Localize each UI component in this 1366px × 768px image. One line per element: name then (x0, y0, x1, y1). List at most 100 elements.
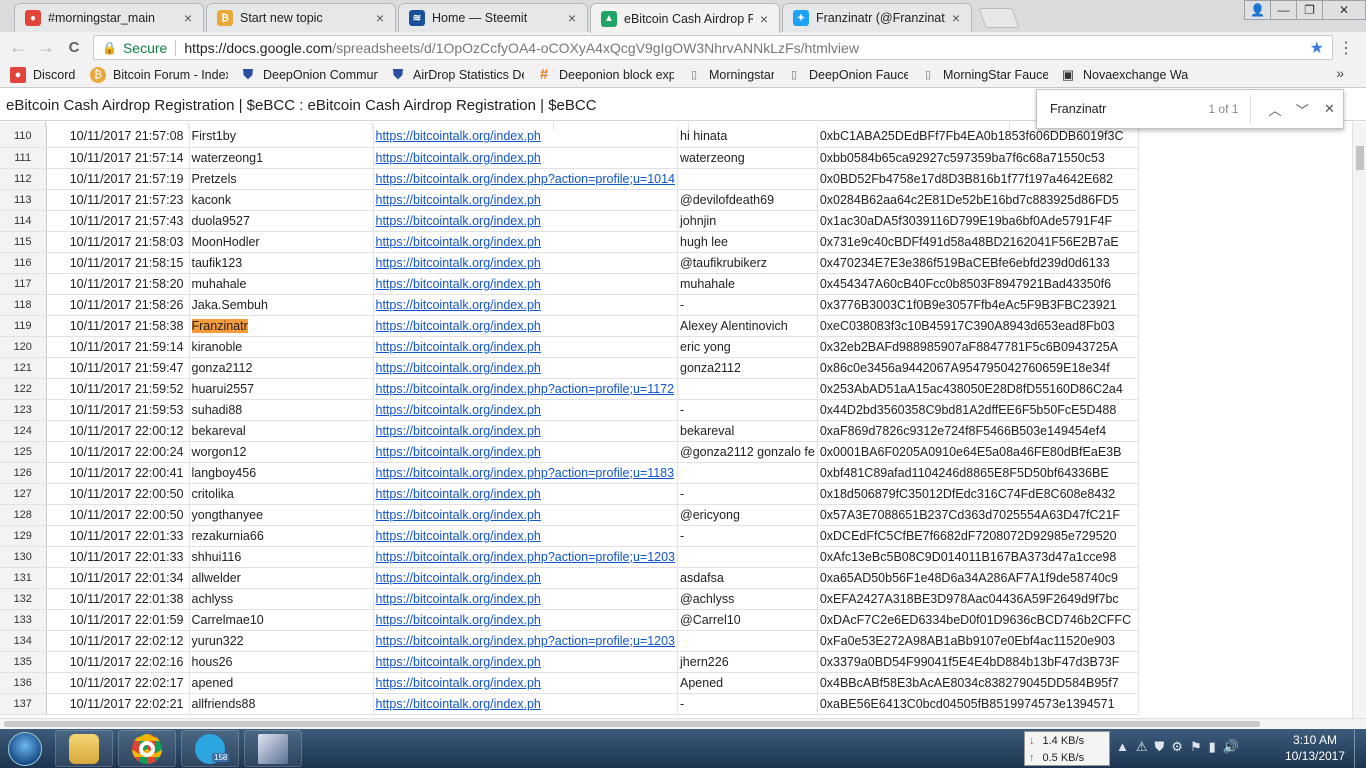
bookmark-morningstar[interactable]: ▯ Morningstar (680, 64, 780, 86)
timestamp-cell[interactable]: 10/11/2017 21:58:15 (46, 252, 190, 274)
find-next-icon[interactable]: ﹀ (1289, 100, 1316, 119)
scrollbar-thumb[interactable] (4, 721, 1260, 727)
profile-link-cell[interactable]: https://bitcointalk.org/index.ph (373, 693, 679, 715)
tab-steemit[interactable]: ≋ Home — Steemit × (398, 3, 588, 32)
timestamp-cell[interactable]: 10/11/2017 22:00:50 (46, 483, 190, 505)
profile-link-cell[interactable]: https://bitcointalk.org/index.php?action… (373, 462, 679, 484)
warning-icon[interactable]: ⚠ (1136, 739, 1148, 755)
timestamp-cell[interactable]: 10/11/2017 21:59:14 (46, 336, 190, 358)
name-cell[interactable]: @ericyong (677, 504, 818, 526)
address-cell[interactable]: 0xbf481C89afad1104246d8865E8F5D50bf64336… (817, 462, 1139, 484)
timestamp-cell[interactable]: 10/11/2017 21:59:47 (46, 357, 190, 379)
name-cell[interactable]: - (677, 693, 818, 715)
address-cell[interactable]: 0x3379a0BD54F99041f5E4E4bD884b13bF47d3B7… (817, 651, 1139, 673)
name-cell[interactable]: - (677, 399, 818, 421)
timestamp-cell[interactable]: 10/11/2017 22:01:33 (46, 525, 190, 547)
tab-ebitcoin-airdrop[interactable]: ▲ eBitcoin Cash Airdrop Re × (590, 3, 780, 33)
find-close-icon[interactable]: ✕ (1316, 101, 1343, 117)
close-icon[interactable]: × (757, 11, 771, 27)
close-window-button[interactable]: ✕ (1322, 0, 1366, 20)
bookmark-deeponion-faucet[interactable]: ▯ DeepOnion Faucet (780, 64, 914, 86)
timestamp-cell[interactable]: 10/11/2017 21:57:14 (46, 147, 190, 169)
timestamp-cell[interactable]: 10/11/2017 22:00:24 (46, 441, 190, 463)
timestamp-cell[interactable]: 10/11/2017 21:57:19 (46, 168, 190, 190)
menu-icon[interactable]: ⋮ (1338, 38, 1354, 58)
profile-link-cell[interactable]: https://bitcointalk.org/index.ph (373, 126, 679, 148)
name-cell[interactable]: eric yong (677, 336, 818, 358)
find-previous-icon[interactable]: ︿ (1261, 100, 1288, 119)
username-cell[interactable]: yurun322 (189, 630, 374, 652)
name-cell[interactable]: @Carrel10 (677, 609, 818, 631)
horizontal-scrollbar[interactable] (0, 718, 1366, 729)
profile-link-cell[interactable]: https://bitcointalk.org/index.ph (373, 651, 679, 673)
address-cell[interactable]: 0xEFA2427A318BE3D978Aac04436A59F2649d9f7… (817, 588, 1139, 610)
timestamp-cell[interactable]: 10/11/2017 21:58:38 (46, 315, 190, 337)
taskbar-paint[interactable] (244, 730, 302, 767)
new-tab-button[interactable] (978, 8, 1020, 28)
username-cell[interactable]: allfriends88 (189, 693, 374, 715)
find-input[interactable]: Franzinatr (1050, 102, 1196, 116)
username-cell[interactable]: Carrelmae10 (189, 609, 374, 631)
address-cell[interactable]: 0x1ac30aDA5f3039116D799E19ba6bf0Ade5791F… (817, 210, 1139, 232)
timestamp-cell[interactable]: 10/11/2017 22:02:12 (46, 630, 190, 652)
username-cell[interactable]: taufik123 (189, 252, 374, 274)
username-cell[interactable]: apened (189, 672, 374, 694)
address-cell[interactable]: 0x32eb2BAFd988985907aF8847781F5c6B094372… (817, 336, 1139, 358)
timestamp-cell[interactable]: 10/11/2017 22:00:50 (46, 504, 190, 526)
timestamp-cell[interactable]: 10/11/2017 22:00:41 (46, 462, 190, 484)
name-cell[interactable]: @devilofdeath69 (677, 189, 818, 211)
profile-link-cell[interactable]: https://bitcointalk.org/index.ph (373, 504, 679, 526)
address-bar[interactable]: 🔒 Secure https://docs.google.com/spreads… (93, 35, 1333, 60)
username-cell[interactable]: bekareval (189, 420, 374, 442)
profile-link-cell[interactable]: https://bitcointalk.org/index.ph (373, 147, 679, 169)
username-cell[interactable]: hous26 (189, 651, 374, 673)
username-cell[interactable]: Franzinatr (189, 315, 374, 337)
clock[interactable]: 3:10 AM 10/13/2017 (1280, 732, 1350, 764)
address-cell[interactable]: 0x731e9c40cBDFf491d58a48BD2162041F56E2B7… (817, 231, 1139, 253)
name-cell[interactable]: hugh lee (677, 231, 818, 253)
address-cell[interactable]: 0x4BBcABf58E3bAcAE8034c838279045DD584B95… (817, 672, 1139, 694)
timestamp-cell[interactable]: 10/11/2017 21:59:53 (46, 399, 190, 421)
profile-link-cell[interactable]: https://bitcointalk.org/index.ph (373, 609, 679, 631)
profile-link-cell[interactable]: https://bitcointalk.org/index.ph (373, 420, 679, 442)
back-icon[interactable]: ← (4, 37, 32, 58)
close-icon[interactable]: × (565, 10, 579, 26)
name-cell[interactable]: gonza2112 (677, 357, 818, 379)
address-cell[interactable]: 0xeC038083f3c10B45917C390A8943d653ead8Fb… (817, 315, 1139, 337)
bookmark-novaexchange[interactable]: ▣ Novaexchange Wallet (1054, 64, 1194, 86)
username-cell[interactable]: suhadi88 (189, 399, 374, 421)
username-cell[interactable]: huarui2557 (189, 378, 374, 400)
timestamp-cell[interactable]: 10/11/2017 22:02:21 (46, 693, 190, 715)
username-cell[interactable]: Jaka.Sembuh (189, 294, 374, 316)
taskbar-telegram[interactable]: 158 (181, 730, 239, 767)
address-cell[interactable]: 0xaF869d7826c9312e724f8F5466B503e149454e… (817, 420, 1139, 442)
name-cell[interactable]: johnjin (677, 210, 818, 232)
profile-link-cell[interactable]: https://bitcointalk.org/index.ph (373, 483, 679, 505)
taskbar-explorer[interactable] (55, 730, 113, 767)
timestamp-cell[interactable]: 10/11/2017 21:57:23 (46, 189, 190, 211)
address-cell[interactable]: 0x0284B62aa64c2E81De52bE16bd7c883925d86F… (817, 189, 1139, 211)
profile-link-cell[interactable]: https://bitcointalk.org/index.ph (373, 252, 679, 274)
username-cell[interactable]: duola9527 (189, 210, 374, 232)
profile-link-cell[interactable]: https://bitcointalk.org/index.php?action… (373, 168, 679, 190)
name-cell[interactable]: waterzeong (677, 147, 818, 169)
address-cell[interactable]: 0x0001BA6F0205A0910e64E5a08a46FE80dBfEaE… (817, 441, 1139, 463)
address-cell[interactable]: 0xDAcF7C2e6ED6334beD0f01D9636cBCD746b2CF… (817, 609, 1139, 631)
name-cell[interactable] (677, 630, 818, 652)
close-icon[interactable]: × (949, 10, 963, 26)
bookmark-star-icon[interactable]: ★ (1310, 38, 1324, 58)
name-cell[interactable] (677, 378, 818, 400)
profile-link-cell[interactable]: https://bitcointalk.org/index.ph (373, 210, 679, 232)
name-cell[interactable]: - (677, 525, 818, 547)
name-cell[interactable]: muhahale (677, 273, 818, 295)
username-cell[interactable]: langboy456 (189, 462, 374, 484)
address-cell[interactable]: 0xFa0e53E272A98AB1aBb9107e0Ebf4ac11520e9… (817, 630, 1139, 652)
address-cell[interactable]: 0x253AbAD51aA15ac438050E28D8fD55160D86C2… (817, 378, 1139, 400)
address-cell[interactable]: 0x86c0e3456a9442067A954795042760659E18e3… (817, 357, 1139, 379)
address-cell[interactable]: 0x44D2bd3560358C9bd81A2dffEE6F5b50FcE5D4… (817, 399, 1139, 421)
address-cell[interactable]: 0x454347A60cB40Fcc0b8503F8947921Bad43350… (817, 273, 1139, 295)
profile-link-cell[interactable]: https://bitcointalk.org/index.ph (373, 441, 679, 463)
profile-link-cell[interactable]: https://bitcointalk.org/index.php?action… (373, 378, 679, 400)
tab-twitter-franzinatr[interactable]: ✦ Franzinatr (@Franzinatr) | × (782, 3, 972, 32)
username-cell[interactable]: First1by (189, 126, 374, 148)
